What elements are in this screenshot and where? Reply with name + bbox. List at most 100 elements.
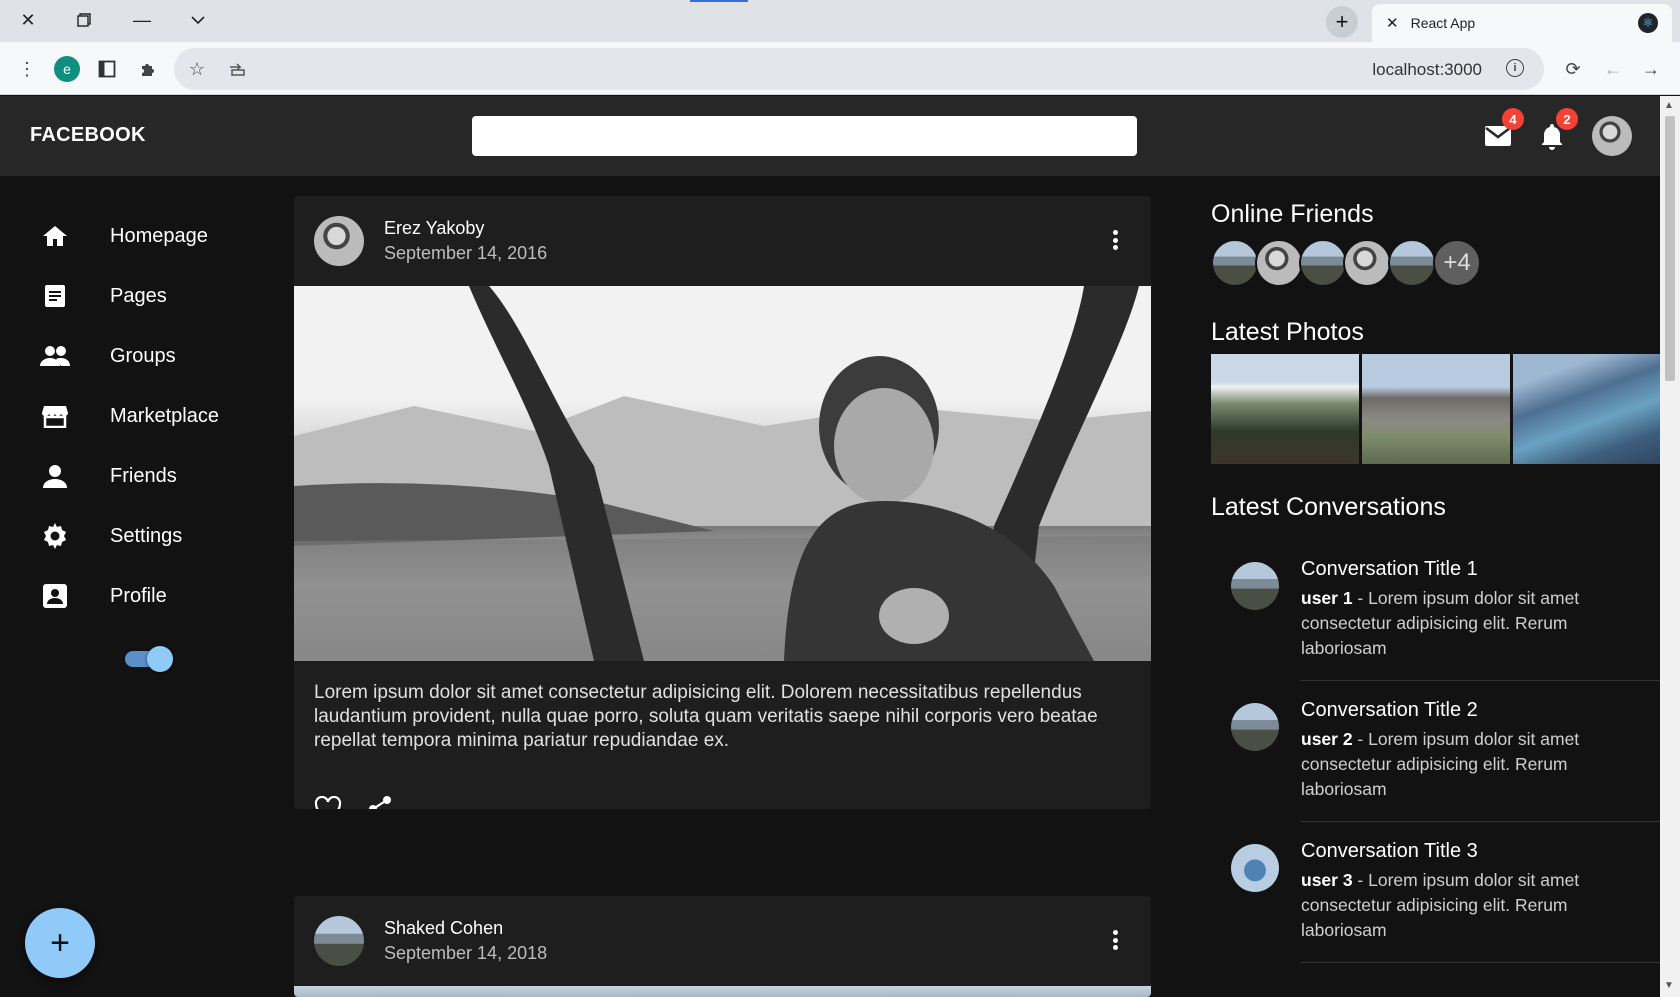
online-friends-title: Online Friends [1211, 200, 1374, 228]
post-author-name: Shaked Cohen [384, 918, 504, 938]
sidebar-item-label: Profile [110, 584, 167, 607]
latest-photos-title: Latest Photos [1211, 318, 1364, 346]
sidebar-item-marketplace[interactable]: Marketplace [40, 396, 219, 436]
user-avatar[interactable] [1592, 116, 1632, 156]
app-root: FACEBOOK 4 2 Homepage Pages Groups Marke… [0, 96, 1661, 997]
new-tab-button[interactable]: + [1326, 6, 1358, 38]
conversation-avatar [1231, 703, 1279, 751]
online-friend-avatar[interactable] [1211, 239, 1259, 287]
search-input[interactable] [472, 116, 1137, 156]
add-post-button[interactable]: + [25, 908, 95, 978]
sidebar-item-friends[interactable]: Friends [40, 456, 177, 496]
latest-photo[interactable] [1211, 354, 1359, 464]
address-bar[interactable]: ☆ localhost:3000 i [174, 48, 1544, 90]
post-date: September 14, 2016 [384, 243, 548, 263]
share-page-icon[interactable] [222, 54, 252, 84]
back-icon[interactable]: ← [1598, 54, 1628, 84]
more-friends-count[interactable]: +4 [1433, 239, 1481, 287]
online-friend-avatar[interactable] [1255, 239, 1303, 287]
browser-tab[interactable]: ✕ React App ⚛ [1372, 4, 1672, 42]
page-scrollbar[interactable]: ▲ ▼ [1660, 96, 1680, 997]
conversation-user: user 2 [1301, 729, 1353, 749]
heart-icon[interactable] [314, 795, 342, 809]
store-icon [40, 401, 70, 431]
scroll-up-arrow-icon[interactable]: ▲ [1664, 100, 1674, 111]
post-card: Erez Yakoby September 14, 2016 Lorem ips… [294, 196, 1151, 809]
app-logo[interactable]: FACEBOOK [30, 124, 146, 147]
toggle-knob [147, 646, 173, 672]
extensions-icon[interactable] [133, 54, 163, 84]
sidebar-item-label: Friends [110, 464, 177, 487]
restore-window-icon[interactable] [62, 0, 106, 40]
divider [1301, 680, 1661, 681]
browser-menu-icon[interactable]: ⋮ [12, 54, 42, 84]
conversation-title: Conversation Title 2 [1301, 699, 1478, 721]
post-card: Shaked Cohen September 14, 2018 [294, 896, 1151, 997]
site-info-icon[interactable]: i [1506, 59, 1524, 77]
conversation-item[interactable]: Conversation Title 3 user 3 - Lorem ipsu… [1231, 840, 1661, 965]
sidebar-panel-icon[interactable] [92, 54, 122, 84]
more-options-icon[interactable] [1103, 226, 1127, 254]
notifications-button[interactable]: 2 [1534, 108, 1578, 154]
conversation-user: user 1 [1301, 588, 1353, 608]
post-actions [294, 781, 1151, 809]
mail-button[interactable]: 4 [1480, 108, 1524, 154]
post-author-avatar[interactable] [314, 916, 364, 966]
conversation-preview: user 1 - Lorem ipsum dolor sit amet cons… [1301, 586, 1601, 661]
profile-icon [40, 581, 70, 611]
sidebar-item-profile[interactable]: Profile [40, 576, 167, 616]
tab-close-icon[interactable]: ✕ [1386, 14, 1399, 32]
sidebar-item-pages[interactable]: Pages [40, 276, 167, 316]
notification-badge: 2 [1556, 108, 1578, 130]
conversation-preview: user 2 - Lorem ipsum dolor sit amet cons… [1301, 727, 1601, 802]
app-topbar: FACEBOOK 4 2 [0, 96, 1660, 176]
tab-search-chevron-icon[interactable] [176, 0, 220, 40]
person-icon [40, 461, 70, 491]
sidebar-item-settings[interactable]: Settings [40, 516, 182, 556]
sidebar-item-label: Marketplace [110, 404, 219, 427]
forward-icon[interactable]: → [1636, 54, 1666, 84]
post-author-avatar[interactable] [314, 216, 364, 266]
share-icon[interactable] [368, 795, 392, 809]
online-friend-avatar[interactable] [1299, 239, 1347, 287]
scroll-down-arrow-icon[interactable]: ▼ [1664, 980, 1674, 991]
online-friend-avatar[interactable] [1388, 239, 1436, 287]
post-header: Shaked Cohen September 14, 2018 [294, 896, 1151, 986]
browser-tab-strip: ✕ — + ✕ React App ⚛ [0, 0, 1680, 42]
conversation-title: Conversation Title 3 [1301, 840, 1478, 862]
conversation-user: user 3 [1301, 870, 1353, 890]
close-window-icon[interactable]: ✕ [6, 0, 50, 40]
post-image [294, 286, 1151, 661]
more-options-icon[interactable] [1103, 926, 1127, 954]
sidebar-item-homepage[interactable]: Homepage [40, 216, 208, 256]
dark-mode-row [40, 638, 70, 678]
reload-icon[interactable]: ⟳ [1558, 54, 1588, 84]
latest-photo[interactable] [1362, 354, 1510, 464]
minimize-window-icon[interactable]: — [120, 0, 164, 40]
bookmark-star-icon[interactable]: ☆ [182, 54, 212, 84]
gear-icon [40, 521, 70, 551]
conversation-preview: user 3 - Lorem ipsum dolor sit amet cons… [1301, 868, 1601, 943]
conversation-item[interactable]: Conversation Title 1 user 1 - Lorem ipsu… [1231, 558, 1661, 683]
home-icon [40, 221, 70, 251]
post-header: Erez Yakoby September 14, 2016 [294, 196, 1151, 286]
sidebar-item-label: Settings [110, 524, 183, 547]
latest-conversations-title: Latest Conversations [1211, 493, 1446, 521]
divider [1301, 962, 1661, 963]
post-text: Lorem ipsum dolor sit amet consectetur a… [314, 682, 1098, 751]
post-date: September 14, 2018 [384, 943, 548, 963]
divider [1301, 821, 1661, 822]
tab-title: React App [1410, 15, 1476, 31]
conversation-avatar [1231, 562, 1279, 610]
pages-icon [40, 281, 70, 311]
post-image [294, 986, 1151, 997]
sidebar-item-label: Groups [110, 344, 176, 367]
sidebar-item-groups[interactable]: Groups [40, 336, 176, 376]
scrollbar-thumb[interactable] [1665, 116, 1675, 381]
browser-profile-avatar[interactable]: e [54, 56, 80, 82]
latest-photo[interactable] [1513, 354, 1660, 464]
dark-mode-toggle[interactable] [125, 646, 173, 672]
conversation-item[interactable]: Conversation Title 2 user 2 - Lorem ipsu… [1231, 699, 1661, 824]
online-friend-avatar[interactable] [1343, 239, 1391, 287]
conversation-avatar [1231, 844, 1279, 892]
